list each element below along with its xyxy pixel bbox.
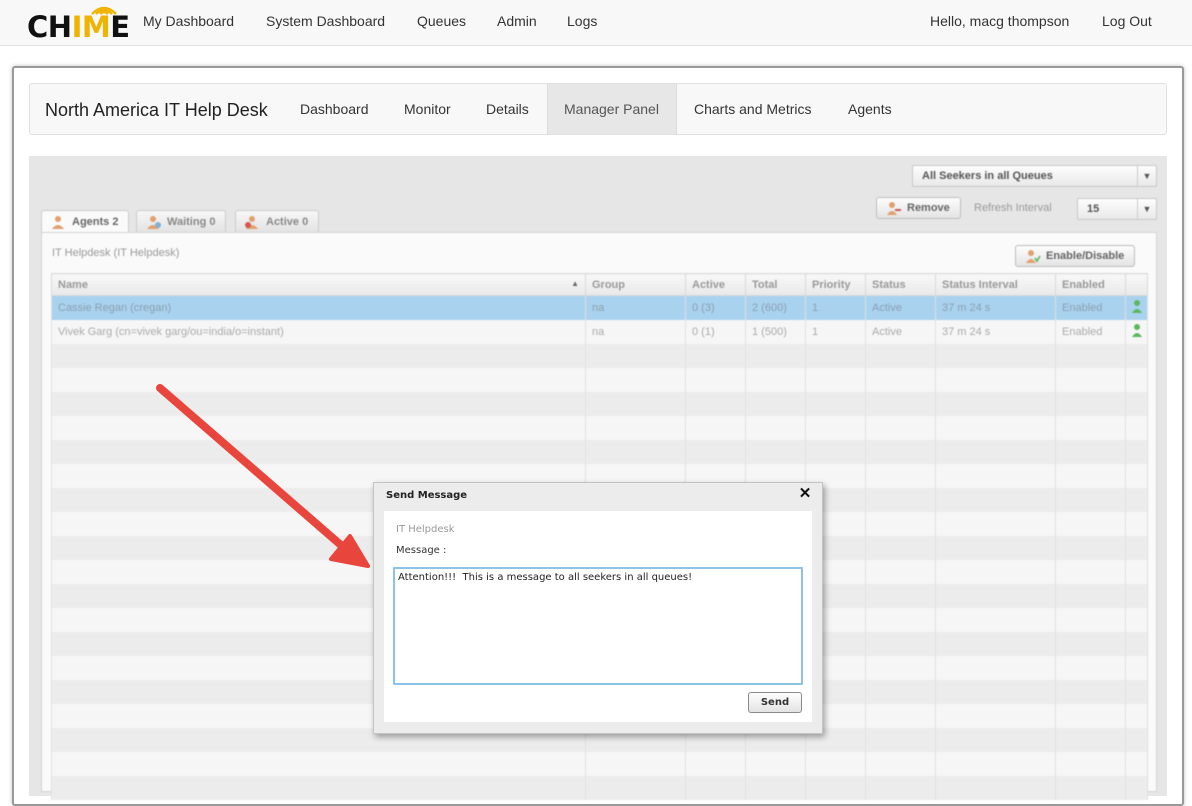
person-waiting-icon xyxy=(147,216,161,229)
chevron-down-icon: ▼ xyxy=(1137,199,1156,219)
person-icon xyxy=(52,216,64,229)
cell-name: Vivek Garg (cn=vivek garg/ou=india/o=ins… xyxy=(51,319,586,344)
column-header-group[interactable]: Group xyxy=(585,273,686,296)
tab-manager-panel[interactable]: Manager Panel xyxy=(547,84,677,134)
nav-my-dashboard[interactable]: My Dashboard xyxy=(143,12,234,30)
column-header-total[interactable]: Total xyxy=(745,273,806,296)
queue-brand[interactable]: North America IT Help Desk xyxy=(45,99,268,121)
person-remove-icon xyxy=(887,202,901,215)
cell-status-interval: 37 m 24 s xyxy=(935,295,1056,320)
cell-status: Active xyxy=(865,295,936,320)
nav-logs[interactable]: Logs xyxy=(567,12,597,30)
table-row[interactable]: Vivek Garg (cn=vivek garg/ou=india/o=ins… xyxy=(51,319,1148,344)
queue-subnav: North America IT Help Desk Dashboard Mon… xyxy=(29,83,1167,135)
tab-agents-queue[interactable]: Agents 2 xyxy=(41,210,130,234)
tab-details[interactable]: Details xyxy=(470,84,545,134)
column-header-status-interval[interactable]: Status Interval xyxy=(935,273,1056,296)
column-header-name[interactable]: Name ▲ xyxy=(51,273,586,296)
dialog-queue-name: IT Helpdesk xyxy=(396,524,455,535)
column-header-active[interactable]: Active xyxy=(685,273,746,296)
person-toggle-icon xyxy=(1026,250,1041,263)
cell-group: na xyxy=(585,295,686,320)
cell-enabled: Enabled xyxy=(1055,319,1126,344)
cell-priority: 1 xyxy=(805,319,866,344)
sort-asc-icon: ▲ xyxy=(571,278,579,288)
send-button[interactable]: Send xyxy=(748,692,802,713)
person-icon xyxy=(1132,324,1142,337)
cell-total: 2 (600) xyxy=(745,295,806,320)
column-header-status[interactable]: Status xyxy=(865,273,936,296)
tab-monitor[interactable]: Monitor xyxy=(388,84,467,134)
send-message-dialog: Send Message ✕ IT Helpdesk Message : Att… xyxy=(373,482,823,734)
tab-agents[interactable]: Agents xyxy=(832,84,908,134)
cell-total: 1 (500) xyxy=(745,319,806,344)
message-textarea[interactable]: Attention!!! This is a message to all se… xyxy=(393,567,803,685)
user-greeting[interactable]: Hello, macg thompson xyxy=(930,12,1069,30)
cell-enabled: Enabled xyxy=(1055,295,1126,320)
column-header-enabled[interactable]: Enabled xyxy=(1055,273,1126,296)
tab-waiting-queue[interactable]: Waiting 0 xyxy=(136,210,227,233)
enable-disable-button[interactable]: Enable/Disable xyxy=(1015,245,1136,267)
chime-logo[interactable]: CHIME xyxy=(27,3,130,44)
message-label: Message : xyxy=(396,545,447,556)
cell-icon[interactable] xyxy=(1125,319,1148,344)
dialog-body: IT Helpdesk Message : Attention!!! This … xyxy=(384,511,812,722)
cell-name: Cassie Regan (cregan) xyxy=(51,295,586,320)
tab-active-queue[interactable]: Active 0 xyxy=(235,210,320,233)
refresh-interval-label: Refresh Interval xyxy=(974,202,1052,214)
top-navbar: CHIME My Dashboard System Dashboard Queu… xyxy=(0,0,1192,46)
tab-dashboard[interactable]: Dashboard xyxy=(284,84,385,134)
cell-priority: 1 xyxy=(805,295,866,320)
dialog-title: Send Message xyxy=(386,490,468,501)
person-icon xyxy=(1132,300,1142,314)
seeker-filter-select[interactable]: All Seekers in all Queues ▼ xyxy=(912,165,1157,187)
grid-caption: IT Helpdesk (IT Helpdesk) xyxy=(52,247,180,259)
person-active-icon xyxy=(245,216,258,229)
nav-queues[interactable]: Queues xyxy=(417,12,466,30)
logout-link[interactable]: Log Out xyxy=(1102,12,1152,30)
refresh-interval-select[interactable]: 15 ▼ xyxy=(1077,198,1157,220)
cell-status: Active xyxy=(865,319,936,344)
nav-system-dashboard[interactable]: System Dashboard xyxy=(266,12,385,30)
cell-group: na xyxy=(585,319,686,344)
cell-status-interval: 37 m 24 s xyxy=(935,319,1056,344)
logo-text: CHIME xyxy=(27,10,130,44)
cell-active: 0 (3) xyxy=(685,295,746,320)
column-header-icon xyxy=(1125,273,1148,296)
table-row[interactable]: Cassie Regan (cregan) na 0 (3) 2 (600) 1… xyxy=(51,295,1148,320)
tab-charts-and-metrics[interactable]: Charts and Metrics xyxy=(678,84,827,134)
chevron-down-icon: ▼ xyxy=(1137,166,1156,186)
cell-active: 0 (1) xyxy=(685,319,746,344)
cell-icon[interactable] xyxy=(1125,295,1148,320)
remove-button[interactable]: Remove xyxy=(876,197,961,219)
close-icon[interactable]: ✕ xyxy=(797,486,813,502)
nav-admin[interactable]: Admin xyxy=(497,12,537,30)
column-header-priority[interactable]: Priority xyxy=(805,273,866,296)
